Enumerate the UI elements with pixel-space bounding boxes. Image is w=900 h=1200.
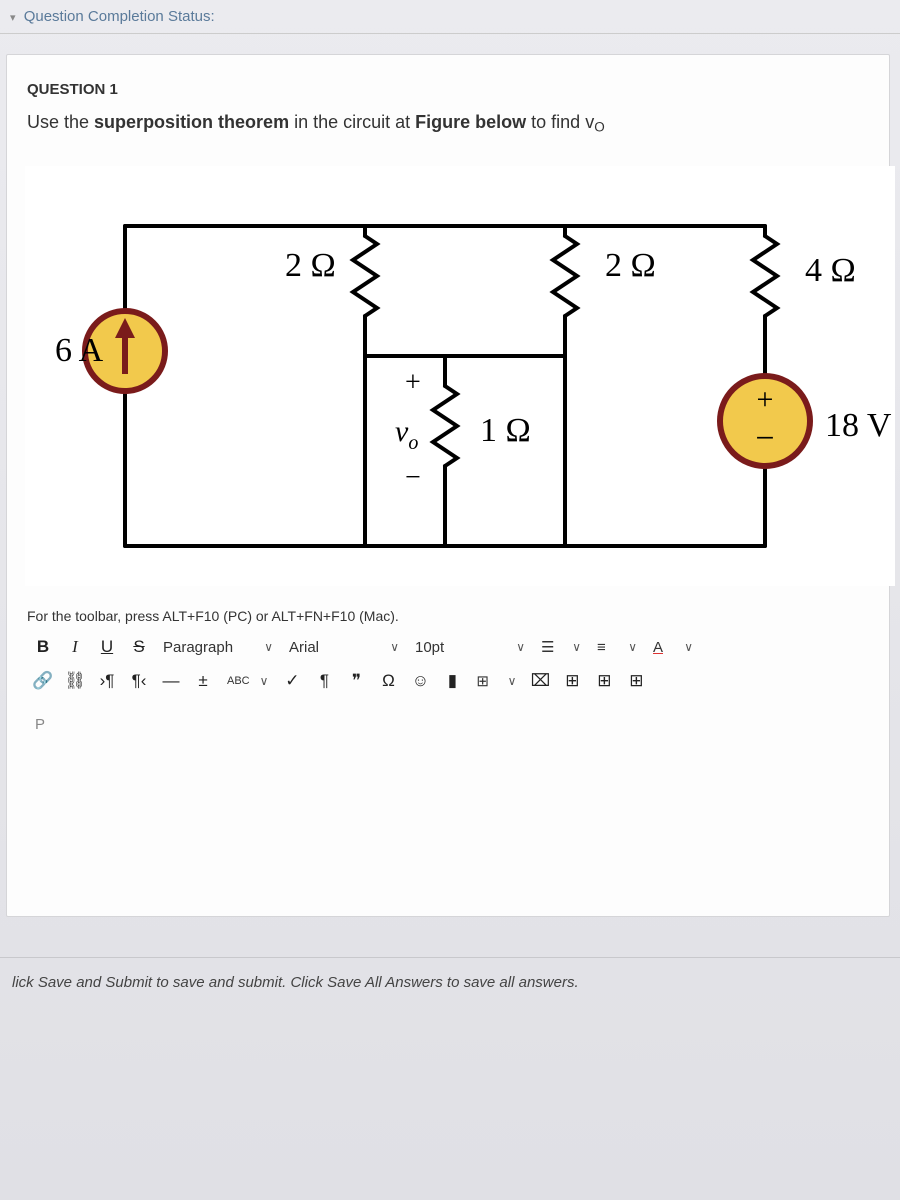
rtl-button[interactable]: ¶‹ xyxy=(123,666,155,696)
grid1-button[interactable]: ⊞ xyxy=(556,666,588,696)
font-size-select[interactable]: 10pt∨ xyxy=(407,632,533,662)
italic-button[interactable]: I xyxy=(59,632,91,662)
chevron-down-icon: ∨ xyxy=(684,640,693,654)
bookmark-button[interactable]: ▮ xyxy=(436,666,468,696)
chevron-down-icon: ∨ xyxy=(390,640,399,654)
chevron-down-icon: ∨ xyxy=(508,674,517,688)
label-1ohm: 1 Ω xyxy=(480,412,531,449)
quote-button[interactable]: ❞ xyxy=(340,666,372,696)
grid2-button[interactable]: ⊞ xyxy=(588,666,620,696)
completion-status-bar: ▾ Question Completion Status: xyxy=(0,0,900,34)
disclosure-triangle-icon: ▾ xyxy=(10,11,16,24)
status-label: Question Completion Status: xyxy=(24,8,215,25)
check-icon: ✓ xyxy=(285,671,299,691)
table-button[interactable]: ⊞∨ xyxy=(468,666,524,696)
footer-instruction: lick Save and Submit to save and submit.… xyxy=(0,957,900,1007)
table-icon: ⊞ xyxy=(476,672,489,690)
label-2ohm-right: 2 Ω xyxy=(605,247,656,284)
spellcheck-button[interactable]: ABC ∨ xyxy=(219,666,276,696)
bold-button[interactable]: B xyxy=(27,632,59,662)
hr-button[interactable]: — xyxy=(155,666,187,696)
chevron-down-icon: ∨ xyxy=(260,674,269,688)
chevron-down-icon: ∨ xyxy=(516,640,525,654)
label-4ohm: 4 Ω xyxy=(805,252,856,289)
voltage-source: + − xyxy=(720,376,810,466)
bullet-list-button[interactable]: ☰∨ xyxy=(533,632,589,662)
strike-button[interactable]: S xyxy=(123,632,155,662)
text-color-button[interactable]: A∨ xyxy=(645,632,701,662)
number-list-button[interactable]: ≡∨ xyxy=(589,632,645,662)
vo-minus: − xyxy=(405,462,421,493)
text-color-icon: A xyxy=(653,639,663,656)
ltr-button[interactable]: ›¶ xyxy=(91,666,123,696)
pilcrow-button[interactable]: ¶ xyxy=(308,666,340,696)
question-prompt: Use the superposition theorem in the cir… xyxy=(27,112,867,134)
editor-toolbar: B I U S Paragraph∨ Arial∨ 10pt∨ ☰∨ ≡∨ xyxy=(27,630,867,698)
toolbar-hint: For the toolbar, press ALT+F10 (PC) or A… xyxy=(27,608,867,624)
grid-icon: ⊞ xyxy=(565,671,579,691)
chevron-down-icon: ∨ xyxy=(628,640,637,654)
unlink-button[interactable]: ⛓ xyxy=(59,666,91,696)
question-heading: QUESTION 1 xyxy=(27,81,867,98)
delete-table-button[interactable]: ⌧ xyxy=(524,666,556,696)
link-button[interactable]: 🔗 xyxy=(27,666,59,696)
superscript-button[interactable]: ± xyxy=(187,666,219,696)
label-2ohm-left: 2 Ω xyxy=(285,247,336,284)
svg-text:−: − xyxy=(755,420,774,457)
check-button[interactable]: ✓ xyxy=(276,666,308,696)
omega-icon: Ω xyxy=(382,671,395,691)
delete-table-icon: ⌧ xyxy=(531,671,551,691)
superscript-icon: ± xyxy=(198,671,207,691)
circuit-figure: + − 6 A 2 Ω 2 Ω 4 Ω 1 Ω 18 V + vo − xyxy=(21,162,867,590)
chevron-down-icon: ∨ xyxy=(572,640,581,654)
omega-button[interactable]: Ω xyxy=(372,666,404,696)
paragraph-style-select[interactable]: Paragraph∨ xyxy=(155,632,281,662)
grid-icon: ⊞ xyxy=(597,671,611,691)
number-list-icon: ≡ xyxy=(597,639,606,656)
emoji-button[interactable]: ☺ xyxy=(404,666,436,696)
bookmark-icon: ▮ xyxy=(448,671,457,691)
unlink-icon: ⛓ xyxy=(64,671,86,691)
underline-button[interactable]: U xyxy=(91,632,123,662)
grid-icon: ⊞ xyxy=(629,671,643,691)
grid3-button[interactable]: ⊞ xyxy=(620,666,652,696)
abc-icon: ABC xyxy=(227,675,250,687)
link-icon: 🔗 xyxy=(32,671,53,691)
label-6a: 6 A xyxy=(55,332,104,369)
font-family-select[interactable]: Arial∨ xyxy=(281,632,407,662)
question-panel: QUESTION 1 Use the superposition theorem… xyxy=(6,54,890,917)
bullet-list-icon: ☰ xyxy=(541,638,554,656)
answer-editor[interactable]: P xyxy=(27,706,867,906)
vo-label: vo xyxy=(395,415,418,454)
svg-text:+: + xyxy=(757,383,774,416)
chevron-down-icon: ∨ xyxy=(264,640,273,654)
vo-plus: + xyxy=(405,367,421,398)
ltr-icon: ›¶ xyxy=(100,671,115,691)
hr-icon: — xyxy=(163,671,180,691)
rtl-icon: ¶‹ xyxy=(132,671,147,691)
pilcrow-icon: ¶ xyxy=(320,671,329,691)
emoji-icon: ☺ xyxy=(412,671,429,691)
label-18v: 18 V xyxy=(825,407,892,444)
quote-icon: ❞ xyxy=(352,671,361,691)
